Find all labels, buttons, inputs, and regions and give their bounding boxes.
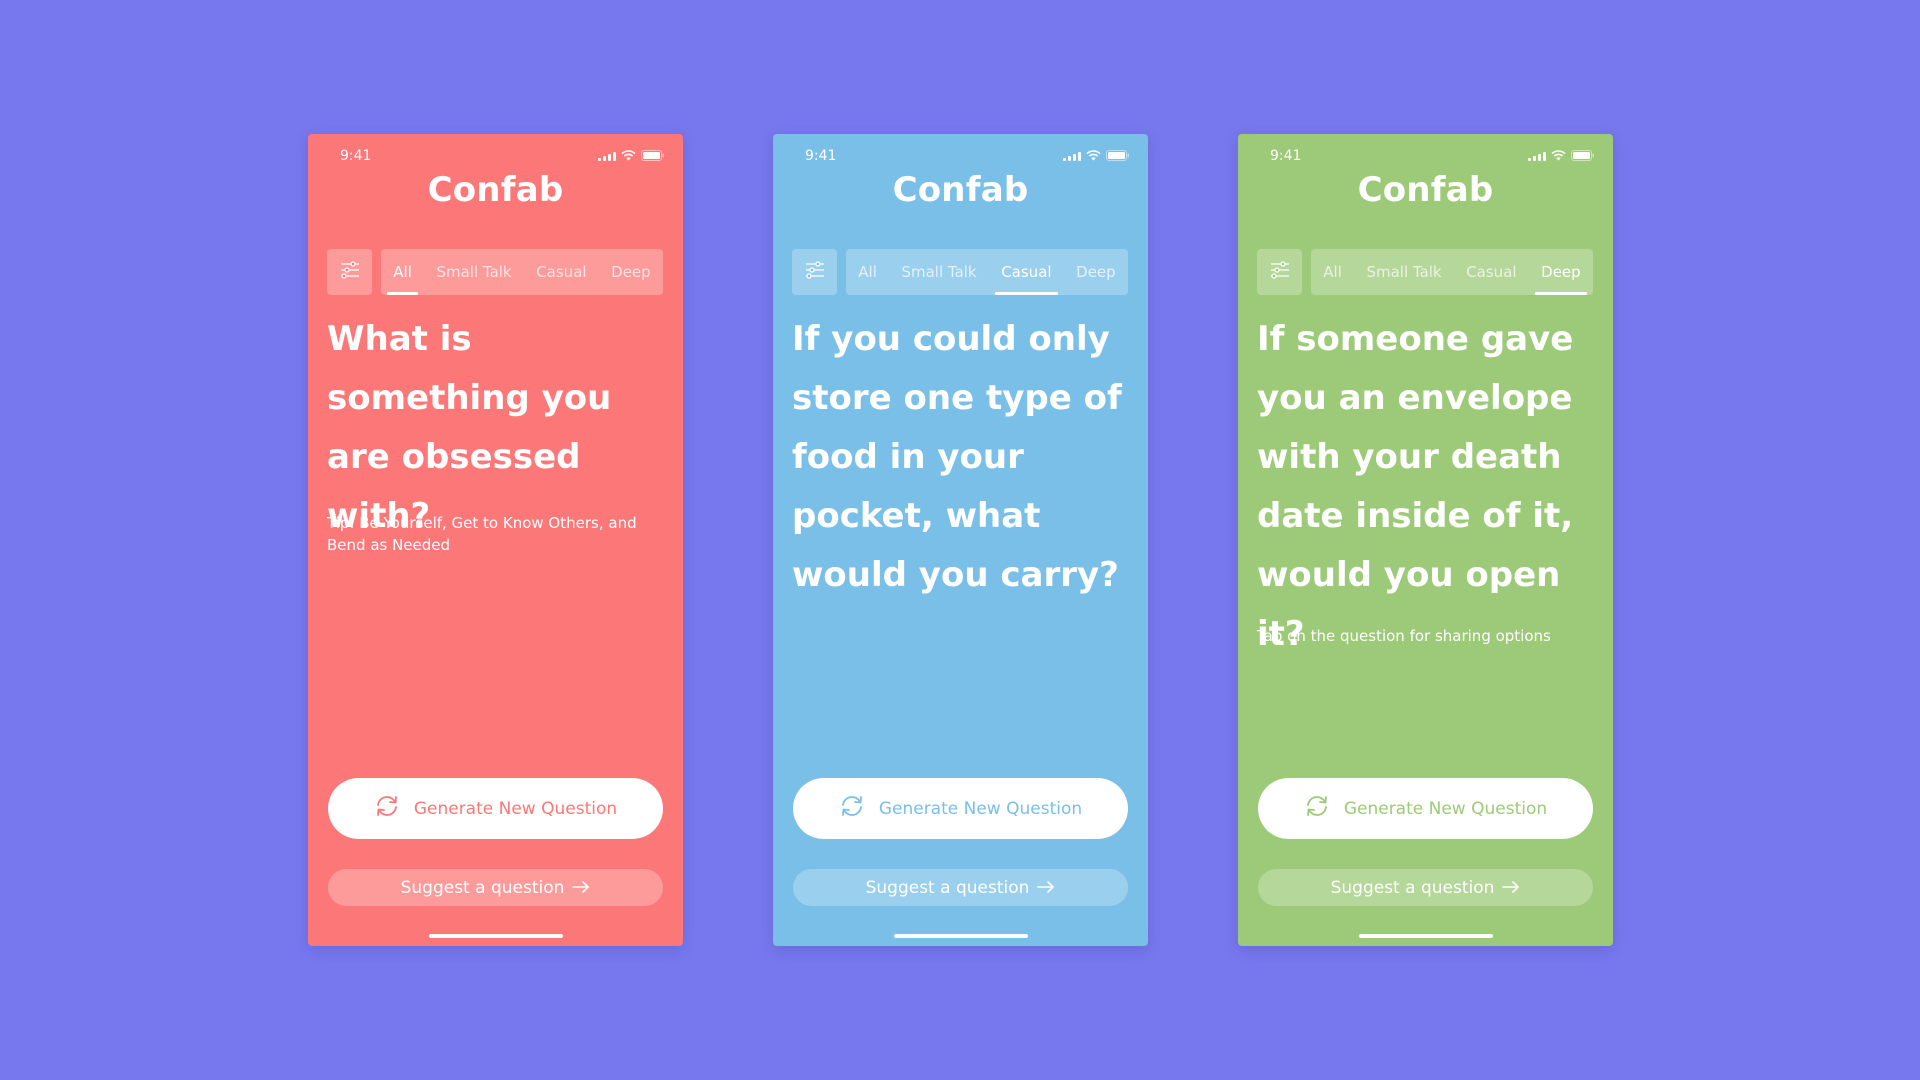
signal-icon [1528, 151, 1546, 161]
generate-question-button[interactable]: Generate New Question [328, 778, 663, 839]
refresh-icon [839, 795, 865, 822]
generate-question-button[interactable]: Generate New Question [793, 778, 1128, 839]
tab-deep[interactable]: Deep [605, 249, 657, 295]
refresh-icon [1304, 795, 1330, 822]
status-time: 9:41 [340, 148, 372, 164]
category-tabs: All Small Talk Casual Deep [846, 249, 1128, 295]
suggest-question-button[interactable]: Suggest a question [1258, 869, 1593, 906]
signal-icon [598, 151, 616, 161]
battery-icon [641, 150, 665, 161]
category-tabs: All Small Talk Casual Deep [381, 249, 663, 295]
status-time: 9:41 [1270, 148, 1302, 164]
home-indicator[interactable] [1359, 934, 1493, 938]
sliders-icon [805, 260, 825, 284]
phone-screen-3: 9:41 Confab All Small Talk Casual Deep I… [1238, 134, 1613, 946]
arrow-right-icon [1037, 878, 1055, 898]
tab-all[interactable]: All [852, 249, 883, 295]
signal-icon [1063, 151, 1081, 161]
generate-button-label: Generate New Question [1343, 798, 1548, 819]
generate-button-label: Generate New Question [413, 798, 618, 819]
arrow-right-icon [1502, 878, 1520, 898]
filter-button[interactable] [1257, 249, 1302, 295]
phone-screen-2: 9:41 Confab All Small Talk Casual Deep I… [773, 134, 1148, 946]
app-title: Confab [1357, 170, 1494, 210]
question-text[interactable]: If you could only store one type of food… [792, 310, 1142, 605]
status-icons [1528, 150, 1595, 161]
status-bar: 9:41 [308, 148, 683, 166]
sliders-icon [340, 260, 360, 284]
tab-casual[interactable]: Casual [530, 249, 592, 295]
home-indicator[interactable] [429, 934, 563, 938]
status-time: 9:41 [805, 148, 837, 164]
tip-text: Tip: Be Yourself, Get to Know Others, an… [327, 514, 637, 554]
suggest-question-button[interactable]: Suggest a question [793, 869, 1128, 906]
tip-text: Tap on the question for sharing options [1257, 627, 1551, 645]
sliders-icon [1270, 260, 1290, 284]
generate-button-label: Generate New Question [878, 798, 1083, 819]
battery-icon [1106, 150, 1130, 161]
status-bar: 9:41 [773, 148, 1148, 166]
battery-icon [1571, 150, 1595, 161]
question-text[interactable]: If someone gave you an envelope with you… [1257, 310, 1607, 664]
generate-question-button[interactable]: Generate New Question [1258, 778, 1593, 839]
suggest-button-label: Suggest a question [1330, 877, 1495, 898]
tab-all[interactable]: All [1317, 249, 1348, 295]
refresh-icon [374, 795, 400, 822]
app-title: Confab [427, 170, 564, 210]
tab-deep[interactable]: Deep [1070, 249, 1122, 295]
question-text[interactable]: What is something you are obsessed with? [327, 310, 677, 546]
tab-deep[interactable]: Deep [1535, 249, 1587, 295]
tab-small-talk[interactable]: Small Talk [1360, 249, 1447, 295]
app-title: Confab [892, 170, 1029, 210]
wifi-icon [1551, 150, 1566, 161]
arrow-right-icon [572, 878, 590, 898]
status-icons [598, 150, 665, 161]
tab-all[interactable]: All [387, 249, 418, 295]
tab-casual[interactable]: Casual [995, 249, 1058, 295]
tab-small-talk[interactable]: Small Talk [895, 249, 982, 295]
suggest-question-button[interactable]: Suggest a question [328, 869, 663, 906]
wifi-icon [621, 150, 636, 161]
phone-screen-1: 9:41 Confab All Small Talk Casual Deep W… [308, 134, 683, 946]
filter-button[interactable] [327, 249, 372, 295]
tab-casual[interactable]: Casual [1460, 249, 1522, 295]
suggest-button-label: Suggest a question [400, 877, 565, 898]
filter-button[interactable] [792, 249, 837, 295]
status-icons [1063, 150, 1130, 161]
suggest-button-label: Suggest a question [865, 877, 1030, 898]
wifi-icon [1086, 150, 1101, 161]
category-tabs: All Small Talk Casual Deep [1311, 249, 1593, 295]
home-indicator[interactable] [894, 934, 1028, 938]
tab-small-talk[interactable]: Small Talk [430, 249, 517, 295]
status-bar: 9:41 [1238, 148, 1613, 166]
